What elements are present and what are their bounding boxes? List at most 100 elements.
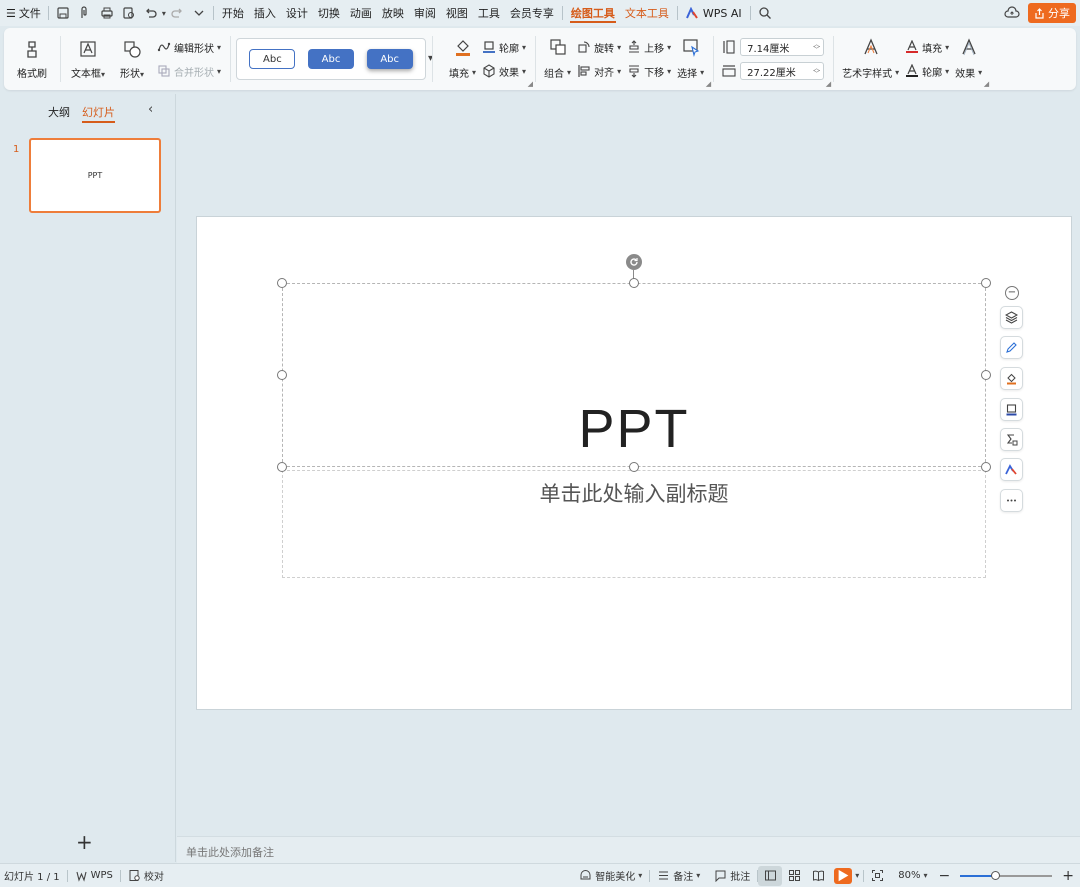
bring-forward-button[interactable]: 上移 ▾ bbox=[627, 38, 671, 56]
resize-handle-top-left[interactable] bbox=[277, 278, 287, 288]
resize-handle-left[interactable] bbox=[277, 370, 287, 380]
outline-button[interactable]: 轮廓 ▾ bbox=[482, 38, 526, 56]
tab-outline[interactable]: 大纲 bbox=[48, 104, 70, 123]
proofread-button[interactable]: 校对 bbox=[121, 868, 171, 883]
tab-animation[interactable]: 动画 bbox=[345, 0, 377, 26]
save-icon[interactable] bbox=[52, 0, 74, 26]
slide-sorter-view-button[interactable] bbox=[782, 866, 806, 886]
wps-icon bbox=[76, 871, 87, 882]
rotate-handle-icon[interactable] bbox=[626, 254, 642, 270]
print-icon[interactable] bbox=[96, 0, 118, 26]
slide-title[interactable]: PPT bbox=[282, 398, 986, 460]
width-spinner-icon[interactable]: ︿ ﹀ bbox=[813, 65, 823, 78]
zoom-level-dropdown[interactable]: 80% ▾ bbox=[891, 870, 934, 881]
edit-shape-button[interactable]: 编辑形状 ▾ bbox=[157, 38, 221, 56]
slide-thumbnail[interactable]: PPT bbox=[29, 138, 161, 213]
format-painter-button[interactable]: 格式刷 bbox=[10, 32, 54, 86]
tab-view[interactable]: 视图 bbox=[441, 0, 473, 26]
text-fill-button[interactable]: 填充 ▾ bbox=[905, 38, 949, 56]
search-icon[interactable] bbox=[754, 0, 776, 26]
notes-toggle-button[interactable]: 备注 ▾ bbox=[650, 868, 707, 883]
rotate-button[interactable]: 旋转 ▾ bbox=[577, 38, 621, 56]
comments-button[interactable]: 批注 bbox=[707, 868, 757, 883]
tab-tools[interactable]: 工具 bbox=[473, 0, 505, 26]
group-button[interactable]: 组合 ▾ bbox=[544, 63, 571, 81]
art-text-style-button[interactable]: 艺术字样式 ▾ bbox=[842, 63, 899, 81]
quick-access-dropdown-icon[interactable] bbox=[188, 0, 210, 26]
text-outline-button[interactable]: 轮廓 ▾ bbox=[905, 62, 949, 80]
tab-review[interactable]: 审阅 bbox=[409, 0, 441, 26]
tab-home[interactable]: 开始 bbox=[217, 0, 249, 26]
notes-pane[interactable]: 单击此处添加备注 bbox=[177, 836, 1080, 863]
zoom-in-button[interactable]: + bbox=[1058, 868, 1080, 884]
normal-view-button[interactable] bbox=[758, 865, 783, 886]
send-backward-button[interactable]: 下移 ▾ bbox=[627, 62, 671, 80]
undo-icon[interactable] bbox=[140, 0, 162, 26]
zoom-slider-thumb[interactable] bbox=[991, 870, 1001, 880]
reading-view-button[interactable] bbox=[806, 866, 830, 886]
smart-beautify-button[interactable]: 智能美化 ▾ bbox=[572, 868, 649, 883]
align-button[interactable]: 对齐 ▾ bbox=[577, 62, 621, 80]
select-button[interactable]: 选择 ▾ bbox=[677, 63, 704, 81]
tab-text-tools[interactable]: 文本工具 bbox=[620, 0, 674, 26]
layers-button[interactable] bbox=[1000, 306, 1023, 329]
subtitle-placeholder[interactable]: 单击此处输入副标题 bbox=[282, 478, 986, 508]
outline-quick-button[interactable] bbox=[1000, 398, 1023, 421]
pen-button[interactable] bbox=[1000, 336, 1023, 359]
tab-slideshow[interactable]: 放映 bbox=[377, 0, 409, 26]
merge-shape-button[interactable]: 合并形状 ▾ bbox=[157, 62, 221, 80]
zoom-out-button[interactable]: − bbox=[935, 868, 955, 884]
wps-ai-quick-button[interactable] bbox=[1000, 458, 1023, 481]
smart-beautify-label: 智能美化 bbox=[595, 872, 636, 883]
resize-handle-right[interactable] bbox=[981, 370, 991, 380]
group-launcher-icon[interactable]: ◢ bbox=[826, 80, 831, 88]
tab-drawing-tools[interactable]: 绘图工具 bbox=[566, 0, 620, 26]
shape-button[interactable]: 形状▾ bbox=[110, 32, 154, 86]
resize-handle-bottom[interactable] bbox=[629, 462, 639, 472]
resize-handle-top-right[interactable] bbox=[981, 278, 991, 288]
shape-style-outline[interactable]: Abc bbox=[249, 49, 296, 69]
tab-design[interactable]: 设计 bbox=[281, 0, 313, 26]
slideshow-button[interactable]: ▾ bbox=[830, 867, 863, 884]
group-label: 组合 bbox=[544, 68, 565, 80]
more-options-button[interactable] bbox=[1000, 489, 1023, 512]
fill-quick-button[interactable] bbox=[1000, 367, 1023, 390]
slide-number: 1 bbox=[13, 144, 20, 155]
fit-to-window-button[interactable] bbox=[864, 869, 891, 882]
tab-wps-ai[interactable]: WPS AI bbox=[681, 0, 747, 26]
cloud-sync-icon[interactable] bbox=[1002, 3, 1022, 23]
share-button[interactable]: 分享 bbox=[1028, 3, 1076, 23]
tab-slides[interactable]: 幻灯片 bbox=[82, 104, 115, 123]
group-launcher-icon[interactable]: ◢ bbox=[984, 80, 989, 88]
shape-style-fill[interactable]: Abc bbox=[308, 49, 354, 69]
collapse-panel-icon[interactable]: ‹ bbox=[148, 102, 153, 117]
collapse-float-toolbar-icon[interactable]: − bbox=[1005, 286, 1019, 300]
tab-transitions[interactable]: 切换 bbox=[313, 0, 345, 26]
height-input[interactable]: 7.14厘米 ︿ ﹀ bbox=[740, 38, 825, 56]
text-effect-button[interactable]: 效果 ▾ bbox=[955, 63, 982, 81]
effect-button[interactable]: 效果 ▾ bbox=[482, 62, 526, 80]
resize-handle-top[interactable] bbox=[629, 278, 639, 288]
group-launcher-icon[interactable]: ◢ bbox=[706, 80, 711, 88]
height-spinner-icon[interactable]: ︿ ﹀ bbox=[813, 41, 823, 54]
group-launcher-icon[interactable]: ◢ bbox=[528, 80, 533, 88]
add-slide-icon[interactable]: + bbox=[76, 830, 93, 854]
resize-handle-bottom-left[interactable] bbox=[277, 462, 287, 472]
width-input[interactable]: 27.22厘米 ︿ ﹀ bbox=[740, 62, 825, 80]
tab-member[interactable]: 会员专享 bbox=[505, 0, 559, 26]
textbox-label: 文本框▾ bbox=[70, 68, 105, 80]
tab-insert[interactable]: 插入 bbox=[249, 0, 281, 26]
textbox-button[interactable]: 文本框▾ bbox=[66, 32, 110, 86]
export-pdf-icon[interactable] bbox=[74, 0, 96, 26]
print-preview-icon[interactable] bbox=[118, 0, 140, 26]
redo-icon[interactable] bbox=[166, 0, 188, 26]
resize-handle-bottom-right[interactable] bbox=[981, 462, 991, 472]
zoom-slider[interactable] bbox=[960, 870, 1053, 880]
shape-style-shadow[interactable]: Abc bbox=[366, 49, 413, 69]
file-menu[interactable]: ☰ 文件 bbox=[0, 0, 45, 26]
fill-button[interactable]: 填充 ▾ bbox=[449, 63, 476, 81]
format-painter-label: 格式刷 bbox=[17, 68, 47, 80]
wps-button[interactable]: WPS bbox=[68, 869, 120, 882]
slideshow-dropdown-icon[interactable]: ▾ bbox=[855, 871, 859, 880]
formula-button[interactable] bbox=[1000, 428, 1023, 451]
